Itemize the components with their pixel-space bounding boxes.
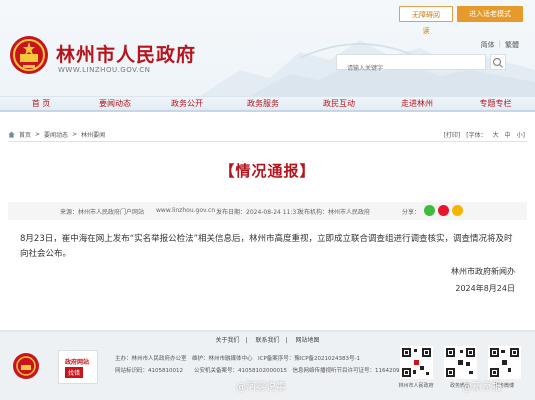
site-domain: WWW.LINZHOU.GOV.CN	[58, 66, 151, 74]
nav-item-home[interactable]: 首 页	[0, 97, 82, 111]
font-medium-link[interactable]: 中	[505, 130, 511, 139]
lang-traditional-link[interactable]: 繁體	[505, 40, 519, 50]
qr-code-icon	[400, 346, 433, 379]
home-icon	[8, 131, 15, 138]
breadcrumb-separator: >	[72, 131, 78, 138]
nav-item-news[interactable]: 要闻动态	[82, 97, 148, 111]
lang-simplified-link[interactable]: 简体	[481, 40, 495, 50]
nav-item-services[interactable]: 政务服务	[226, 97, 300, 111]
article-meta-bar: 来源：林州市人民政府门户网站 www.linzhou.gov.cn 发布日期：2…	[8, 202, 527, 220]
footer-links: 关于我们 | 联系我们 | 网站地图	[215, 337, 320, 344]
search-button[interactable]	[490, 54, 506, 70]
article-publish-time: 发布日期：2024-08-24 11:37	[216, 209, 301, 216]
article-title: 【情况通报】	[219, 162, 316, 180]
breadcrumb-section[interactable]: 要闻动态	[44, 130, 68, 139]
print-link[interactable]: [打印]	[444, 130, 461, 139]
footer-link-about[interactable]: 关于我们	[216, 337, 240, 344]
qr-label: 林州市人民政府	[398, 383, 434, 389]
article-sign-date: 2024年8月24日	[455, 284, 515, 293]
breadcrumb-home[interactable]: 首页	[19, 130, 31, 139]
footer-link-contact[interactable]: 联系我们	[255, 337, 279, 344]
main-nav: 首 页 要闻动态 政务公开 政务服务 政民互动 走进林州 专题专栏	[0, 96, 535, 112]
search-icon	[492, 57, 503, 68]
article-source: 来源：林州市人民政府门户网站	[60, 209, 145, 216]
accessible-reading-button[interactable]: 无障碍阅读	[399, 6, 453, 35]
nav-item-about-linzhou[interactable]: 走进林州	[378, 97, 456, 111]
font-size-label: [字体：	[466, 132, 487, 139]
language-switch: 简体 | 繁體	[481, 40, 519, 50]
watermark-left: @阿雾说事	[236, 382, 286, 393]
article-url: www.linzhou.gov.cn	[156, 207, 216, 214]
top-utility-bar: 无障碍阅读 进入适老模式	[399, 6, 523, 35]
elder-mode-button[interactable]: 进入适老模式	[457, 6, 523, 22]
footer-host-info: 主办：林州市人民政府办公室 维护：林州市融媒体中心 ICP备案序号：豫ICP备2…	[115, 356, 361, 362]
qr-code-icon	[488, 346, 521, 379]
badge-title: 政府网站	[65, 359, 90, 366]
qr-code-icon	[444, 346, 477, 379]
article-paragraph: 8月23日，崔中海在网上发布“实名举报公检法”相关信息后，林州市高度重视，立即成…	[20, 234, 513, 259]
badge-subtitle: 找错	[65, 367, 84, 378]
article-publisher: 发布机构：林州市人民政府	[298, 209, 371, 216]
divider	[8, 141, 527, 142]
qzone-share-icon[interactable]	[452, 205, 463, 216]
site-title[interactable]: 林州市人民政府	[56, 40, 196, 67]
font-large-link[interactable]: 大	[493, 130, 499, 139]
breadcrumb-separator: >	[35, 131, 41, 138]
weibo-share-icon[interactable]	[438, 205, 449, 216]
font-small-link[interactable]: 小]	[517, 130, 525, 139]
nav-item-interaction[interactable]: 政民互动	[300, 97, 378, 111]
nav-item-public-affairs[interactable]: 政务公开	[148, 97, 226, 111]
breadcrumb: 首页 > 要闻动态 > 林州要闻	[8, 130, 105, 139]
footer-registration-info: 网站标识码：4105810012 公安机关备案号：41058102000015 …	[115, 368, 400, 374]
site-error-report-badge[interactable]: 政府网站 找错	[58, 350, 98, 384]
party-government-logo-icon[interactable]	[12, 352, 40, 380]
search-input[interactable]	[337, 61, 467, 76]
article-sign-org: 林州市政府新闻办	[451, 267, 515, 276]
search-box	[336, 54, 486, 76]
national-emblem-icon	[10, 36, 48, 74]
article-tools: [打印] [字体： 大 中 小]	[444, 130, 525, 139]
breadcrumb-current[interactable]: 林州要闻	[81, 130, 105, 139]
watermark-right: @新京报	[462, 382, 502, 393]
share-label: 分享：	[402, 209, 421, 216]
lang-separator: |	[498, 40, 501, 48]
footer-link-sitemap[interactable]: 网站地图	[295, 337, 319, 344]
nav-item-special-topics[interactable]: 专题专栏	[456, 97, 535, 111]
wechat-share-icon[interactable]	[424, 205, 435, 216]
